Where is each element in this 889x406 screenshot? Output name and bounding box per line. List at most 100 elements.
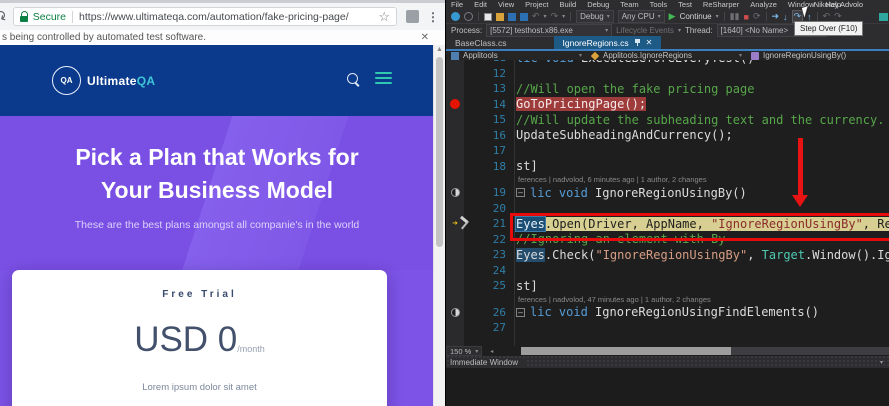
immediate-window-body[interactable] xyxy=(446,368,889,406)
hscroll-thumb[interactable] xyxy=(521,347,731,355)
code-line-17[interactable]: 17 xyxy=(446,143,889,159)
menu-file[interactable]: File xyxy=(451,0,463,9)
stop-debugging-icon[interactable]: ■ xyxy=(744,12,749,22)
breakpoint-gutter[interactable] xyxy=(446,263,464,279)
menu-build[interactable]: Build xyxy=(560,0,577,9)
breakpoint-gutter[interactable] xyxy=(446,185,464,201)
step-into-icon[interactable]: ↓ xyxy=(783,12,788,22)
code-line-24[interactable]: 24 xyxy=(446,263,889,279)
account-name[interactable]: Nikolay Advolo xyxy=(814,0,863,9)
breakpoint-gutter[interactable] xyxy=(446,66,464,82)
menu-debug[interactable]: Debug xyxy=(587,0,609,9)
code-line-12[interactable]: 12 xyxy=(446,66,889,82)
codelens-info[interactable]: ferences | nadvolod, 6 minutes ago | 1 a… xyxy=(446,174,889,185)
hscroll-left-icon[interactable]: ◂ xyxy=(490,348,493,355)
menu-test[interactable]: Test xyxy=(678,0,692,9)
code-line-19[interactable]: 19– lic void IgnoreRegionUsingBy() xyxy=(446,185,889,201)
zoom-dropdown[interactable]: 150 % ▾ xyxy=(446,346,483,356)
address-bar[interactable]: Secure https://www.ultimateqa.com/automa… xyxy=(12,7,397,26)
fold-collapse-icon[interactable]: – xyxy=(516,188,525,198)
breakpoint-gutter[interactable] xyxy=(446,112,464,128)
breadcrumb-class[interactable]: Applitools.IgnoreRegions ▾ xyxy=(586,51,746,60)
code-line-27[interactable]: 27 xyxy=(446,320,889,336)
close-tab-icon[interactable]: ✕ xyxy=(646,38,653,47)
continue-label[interactable]: Continue xyxy=(680,12,712,21)
restart-icon[interactable]: ⟳ xyxy=(753,11,761,22)
tab-baseclass[interactable]: BaseClass.cs xyxy=(446,36,516,49)
menu-team[interactable]: Team xyxy=(620,0,638,9)
site-logo[interactable]: QA xyxy=(52,66,81,95)
horizontal-scrollbar[interactable] xyxy=(521,347,889,355)
tab-ignoreregions[interactable]: IgnoreRegions.cs ✕ xyxy=(553,36,662,49)
fold-collapse-icon[interactable]: – xyxy=(516,307,525,317)
panel-menu-icon[interactable]: ▾ xyxy=(879,358,883,366)
breakpoint-gutter[interactable] xyxy=(446,97,464,113)
url-text[interactable]: https://www.ultimateqa.com/automation/fa… xyxy=(79,11,374,23)
redo-icon[interactable]: ↷ xyxy=(551,11,559,22)
breakpoint-gutter[interactable] xyxy=(446,320,464,336)
hamburger-menu-icon[interactable] xyxy=(375,72,392,87)
lifecycle-events-button[interactable]: Lifecycle Events xyxy=(616,26,674,35)
code-line-26[interactable]: 26– lic void IgnoreRegionUsingFindElement… xyxy=(446,305,889,321)
menu-resharper[interactable]: ReSharper xyxy=(703,0,739,9)
code-line-16[interactable]: 16 UpdateSubheadingAndCurrency(); xyxy=(446,128,889,144)
codelens-info[interactable]: ferences | nadvolod, 47 minutes ago | 1 … xyxy=(446,294,889,305)
menu-view[interactable]: View xyxy=(498,0,514,9)
breakpoint-gutter[interactable] xyxy=(446,201,464,217)
test-marker-icon[interactable] xyxy=(450,188,460,198)
toolbox-icon[interactable] xyxy=(879,12,888,21)
breakpoint-gutter[interactable] xyxy=(446,232,464,248)
break-all-icon[interactable]: ▮▮ xyxy=(730,11,740,22)
breakpoint-gutter[interactable] xyxy=(446,159,464,175)
bookmark-star-icon[interactable]: ☆ xyxy=(378,9,390,25)
screenshot-root: ⟳ Secure https://www.ultimateqa.com/auto… xyxy=(0,0,889,406)
continue-icon[interactable]: ▶ xyxy=(669,11,676,22)
profile-icon[interactable] xyxy=(406,10,419,23)
platform-dropdown[interactable]: Any CPU ▾ xyxy=(617,10,665,23)
breakpoint-icon[interactable] xyxy=(450,99,460,110)
show-next-statement-icon[interactable]: ➜ xyxy=(772,11,780,22)
code-line-13[interactable]: 13 //Will open the fake pricing page xyxy=(446,81,889,97)
code-editor[interactable]: 11lic void ExecuteBeforeEveryTest()1213/… xyxy=(446,60,889,346)
scrollbar-thumb[interactable] xyxy=(436,57,443,247)
brand-name[interactable]: UltimateQA xyxy=(87,74,155,88)
breakpoint-gutter[interactable] xyxy=(446,143,464,159)
scrollbar-up-icon[interactable]: ▲ xyxy=(434,46,445,53)
code-line-23[interactable]: 23 Eyes .Check("IgnoreRegionUsingBy", Targ… xyxy=(446,247,889,263)
quick-action-hammer-icon[interactable] xyxy=(459,217,472,230)
breakpoint-gutter[interactable] xyxy=(446,305,464,321)
reload-icon[interactable]: ⟳ xyxy=(0,7,11,26)
save-all-icon[interactable] xyxy=(520,12,528,21)
browser-menu-icon[interactable]: ⋮ xyxy=(427,10,439,24)
menu-tools[interactable]: Tools xyxy=(650,0,668,9)
navigate-backward-icon[interactable] xyxy=(451,12,460,21)
breakpoint-gutter[interactable] xyxy=(446,247,464,263)
breakpoint-gutter[interactable]: ➜ xyxy=(446,216,464,232)
breakpoint-gutter[interactable] xyxy=(446,81,464,97)
navigate-forward-icon[interactable] xyxy=(464,12,473,21)
breadcrumb-project[interactable]: Applitools ▾ xyxy=(446,51,586,60)
pin-tab-icon[interactable] xyxy=(634,39,641,46)
code-lines[interactable]: 11lic void ExecuteBeforeEveryTest()1213/… xyxy=(446,60,889,336)
new-file-icon[interactable] xyxy=(484,12,492,21)
breakpoint-gutter[interactable] xyxy=(446,278,464,294)
logo-text: QA xyxy=(60,76,73,85)
immediate-window-titlebar[interactable]: Immediate Window ▾ xyxy=(446,356,889,368)
code-line-25[interactable]: 25 st] xyxy=(446,278,889,294)
code-line-18[interactable]: 18 st] xyxy=(446,159,889,175)
test-marker-icon[interactable] xyxy=(450,307,460,317)
solution-config-dropdown[interactable]: Debug ▾ xyxy=(576,10,614,23)
open-file-icon[interactable] xyxy=(496,12,504,21)
code-line-14[interactable]: 14 GoToPricingPage(); xyxy=(446,97,889,113)
menu-edit[interactable]: Edit xyxy=(474,0,487,9)
page-scrollbar[interactable]: ▲ xyxy=(433,45,445,406)
breadcrumb-method[interactable]: IgnoreRegionUsingBy() xyxy=(746,51,889,60)
breakpoint-gutter[interactable] xyxy=(446,128,464,144)
menu-project[interactable]: Project xyxy=(525,0,548,9)
save-icon[interactable] xyxy=(508,12,516,21)
search-icon[interactable] xyxy=(347,73,358,84)
undo-icon[interactable]: ↶ xyxy=(532,11,540,22)
code-line-15[interactable]: 15 //Will update the subheading text and … xyxy=(446,112,889,128)
infobar-close-icon[interactable]: ✕ xyxy=(421,32,429,43)
menu-analyze[interactable]: Analyze xyxy=(750,0,777,9)
